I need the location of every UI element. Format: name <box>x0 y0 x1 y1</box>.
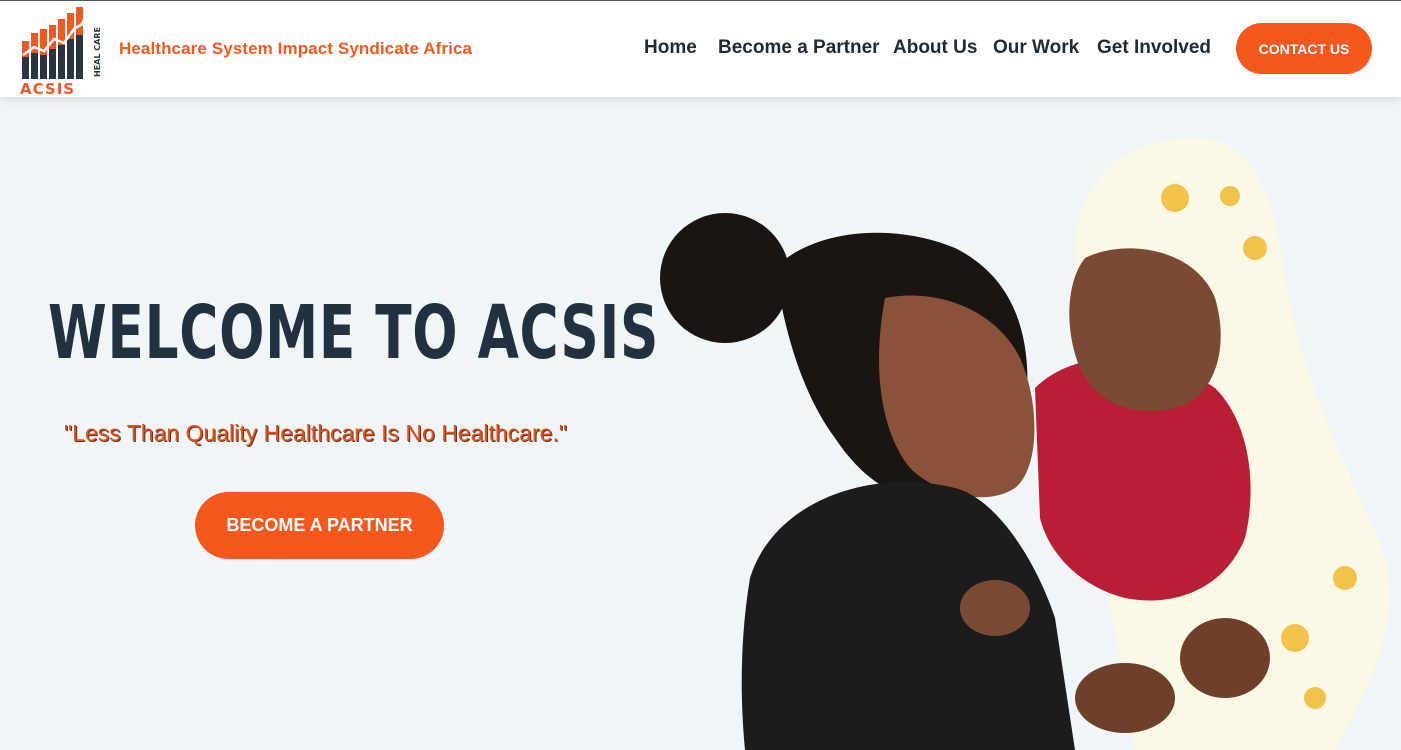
bar-chart-growth-logo-icon: HEAL CARE ACSIS <box>20 7 102 98</box>
site-tagline: Healthcare System Impact Syndicate Afric… <box>119 39 473 58</box>
svg-text:ACSIS: ACSIS <box>20 80 75 95</box>
hero-title: WELCOME TO ACSIS <box>48 290 660 376</box>
contact-us-button[interactable]: CONTACT US <box>1236 23 1372 74</box>
hero-quote: "Less Than Quality Healthcare Is No Heal… <box>64 420 567 446</box>
nav-item-about-us[interactable]: About Us <box>893 37 977 59</box>
acsis-logo[interactable]: HEAL CARE ACSIS <box>18 5 110 98</box>
nav-item-become-a-partner[interactable]: Become a Partner <box>718 37 880 59</box>
svg-text:HEAL CARE: HEAL CARE <box>93 27 102 77</box>
site-header: HEAL CARE ACSIS Healthcare System Impact… <box>0 0 1401 98</box>
nav-item-home[interactable]: Home <box>644 37 697 59</box>
become-a-partner-button[interactable]: BECOME A PARTNER <box>195 492 444 559</box>
mother-holding-baby-photo <box>655 138 1401 750</box>
nav-item-get-involved[interactable]: Get Involved <box>1097 37 1211 59</box>
nav-item-our-work[interactable]: Our Work <box>993 37 1079 59</box>
